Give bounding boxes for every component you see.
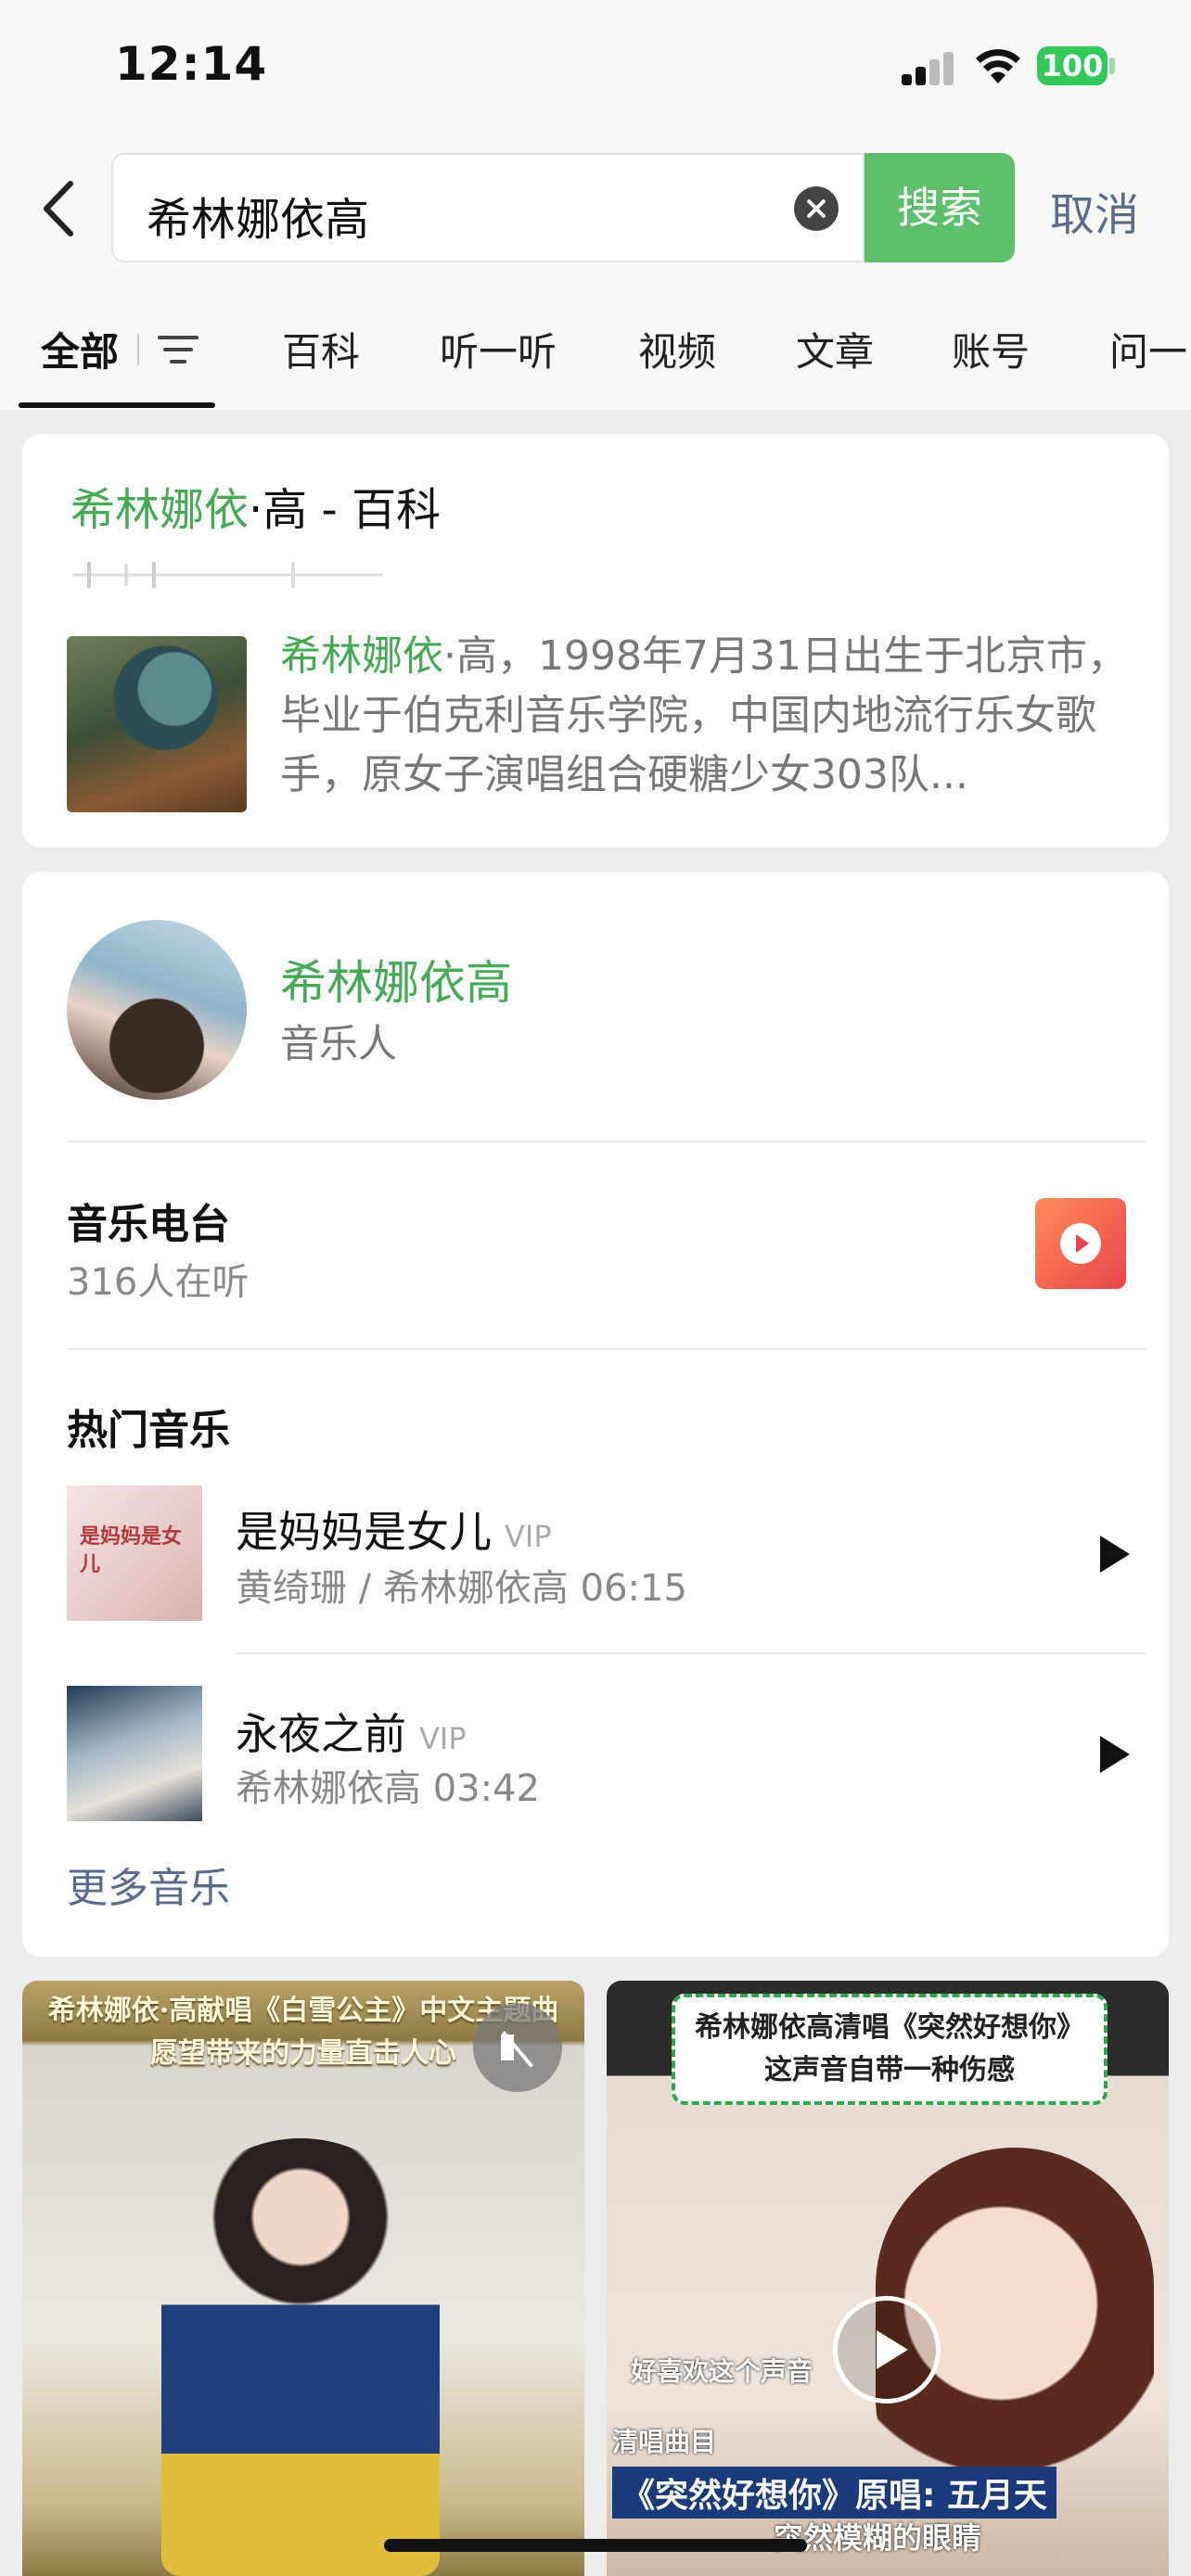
divider <box>67 1141 1146 1142</box>
status-time: 12:14 <box>115 37 268 91</box>
signal-icon <box>902 52 955 85</box>
baike-thumbnail <box>67 636 247 812</box>
tab-baike[interactable]: 百科 <box>282 321 360 377</box>
tab-account[interactable]: 账号 <box>952 321 1030 377</box>
more-music-link[interactable]: 更多音乐 <box>67 1855 230 1914</box>
baike-card[interactable]: 希林娜依·高 - 百科 希林娜依·高，1998年7月31日出生于北京市，毕业于伯… <box>22 434 1169 848</box>
song-title: 是妈妈是女儿 VIP <box>236 1507 552 1557</box>
video-play-icon[interactable] <box>833 2296 941 2404</box>
song-cover: 是妈妈是女儿 <box>67 1486 202 1621</box>
musician-role: 音乐人 <box>280 1021 398 1066</box>
musician-card: 希林娜依高 音乐人 音乐电台 316人在听 热门音乐 是妈妈是女儿 是妈妈是女儿… <box>22 872 1169 1957</box>
play-icon[interactable] <box>1100 1536 1130 1573</box>
song-cover <box>67 1686 202 1821</box>
baike-title-highlight: 希林娜依 <box>70 484 250 536</box>
song-title: 永夜之前 VIP <box>236 1709 467 1759</box>
battery-icon: 100 <box>1037 46 1108 85</box>
filter-icon[interactable] <box>156 325 200 373</box>
tab-qa[interactable]: 问一 <box>1109 321 1187 377</box>
search-input[interactable]: 希林娜依高 <box>111 153 864 262</box>
play-icon[interactable] <box>1100 1736 1130 1773</box>
search-query: 希林娜依高 <box>147 194 370 246</box>
video-thumbnail <box>161 2138 440 2576</box>
status-bar: 12:14 100 <box>0 0 1191 139</box>
divider <box>236 1652 1146 1654</box>
tab-divider <box>137 334 139 365</box>
video-subtitle: 《突然好想你》原唱: 五月天 <box>612 2467 1057 2519</box>
back-arrow-icon[interactable] <box>37 176 83 241</box>
baike-title[interactable]: 希林娜依·高 - 百科 <box>70 473 441 538</box>
song-meta: 希林娜依高 03:42 <box>236 1767 540 1810</box>
video-subtitle: 突然模糊的眼睛 <box>774 2520 982 2556</box>
radio-title[interactable]: 音乐电台 <box>67 1191 230 1250</box>
baike-description: 希林娜依·高，1998年7月31日出生于北京市，毕业于伯克利音乐学院，中国内地流… <box>280 627 1161 805</box>
baike-title-rest: ·高 - 百科 <box>249 484 442 536</box>
tab-article[interactable]: 文章 <box>796 321 874 377</box>
search-button[interactable]: 搜索 <box>864 153 1015 262</box>
wifi-icon <box>976 49 1020 83</box>
baike-desc-highlight: 希林娜依 <box>280 632 443 680</box>
top-area: 12:14 100 希林娜依高 搜索 取消 全部 百科 听一听 视频 文章 账号 <box>0 0 1191 410</box>
video-caption: 希林娜依高清唱《突然好想你》 这声音自带一种伤感 <box>695 2011 1084 2086</box>
active-tab-indicator <box>19 402 215 408</box>
radio-listeners: 316人在听 <box>67 1261 250 1304</box>
tab-video[interactable]: 视频 <box>638 321 716 377</box>
vip-badge: VIP <box>419 1721 467 1756</box>
video-card[interactable]: 希林娜依高清唱《突然好想你》 这声音自带一种伤感 好喜欢这个声音 清唱曲目 《突… <box>607 1981 1169 2576</box>
tab-all[interactable]: 全部 <box>41 321 119 377</box>
vip-badge: VIP <box>505 1519 552 1554</box>
video-subtitle: 清唱曲目 <box>612 2427 717 2457</box>
battery-tip <box>1109 57 1115 74</box>
mute-icon[interactable] <box>473 2003 562 2092</box>
home-indicator[interactable] <box>384 2539 807 2552</box>
radio-play-icon[interactable] <box>1035 1198 1126 1289</box>
clear-icon[interactable] <box>794 186 839 231</box>
cancel-button[interactable]: 取消 <box>1050 178 1139 243</box>
source-logo-icon <box>72 562 382 588</box>
avatar[interactable] <box>67 920 247 1100</box>
musician-name[interactable]: 希林娜依高 <box>280 946 512 1013</box>
divider <box>67 1348 1146 1350</box>
video-card[interactable]: 希林娜依·高献唱《白雪公主》中文主题曲 愿望带来的力量直击人心 <box>22 1981 584 2576</box>
tab-listen[interactable]: 听一听 <box>440 321 557 377</box>
video-banner: 希林娜依高清唱《突然好想你》 这声音自带一种伤感 <box>672 1994 1108 2105</box>
song-meta: 黄绮珊 / 希林娜依高 06:15 <box>236 1567 687 1610</box>
hot-music-title: 热门音乐 <box>67 1407 230 1454</box>
video-subtitle: 好喜欢这个声音 <box>631 2356 813 2387</box>
tab-bar: 全部 百科 听一听 视频 文章 账号 问一 <box>0 306 1191 410</box>
